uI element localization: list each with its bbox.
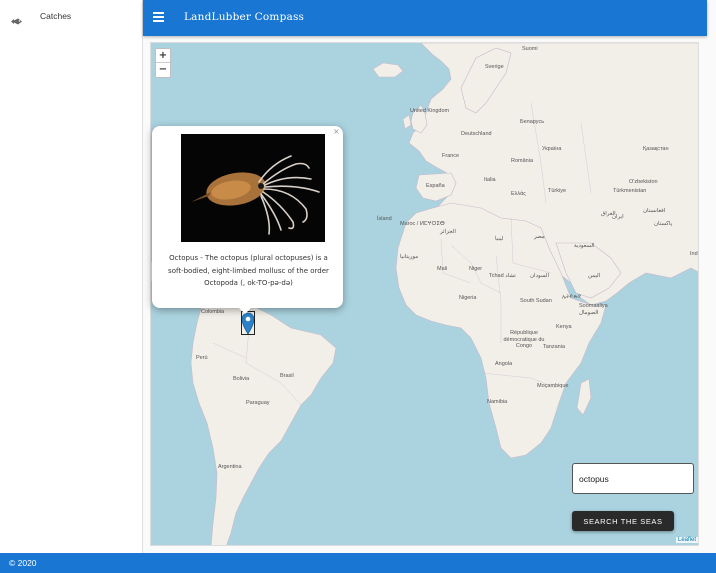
map-label-misr: مصر <box>534 234 545 240</box>
map-label-maroc: Maroc / ⵍⵎⵖⵔⵉⴱ <box>400 221 445 227</box>
map-label-argentina: Argentina <box>218 464 242 470</box>
map-label-uk: United Kingdom <box>410 108 450 114</box>
map-label-rdc: République démocratique du Congo <box>503 330 545 349</box>
copyright-text: © 2020 <box>9 558 37 568</box>
app-title: LandLubber Compass <box>184 11 305 23</box>
map-label-angola: Angola <box>495 361 513 367</box>
map-label-tanzania: Tanzania <box>543 344 566 350</box>
popup-tip <box>238 307 252 314</box>
map-label-ukraina: Україна <box>542 146 562 152</box>
map-label-nigeria: Nigeria <box>459 295 477 301</box>
map-label-saudi: السعودية <box>574 243 595 249</box>
map-label-france: France <box>442 153 460 159</box>
map-label-pakistan: پاکستان <box>654 221 673 227</box>
map-label-southsudan: South Sudan <box>520 298 552 304</box>
leaflet-attribution-link[interactable]: Leaflet <box>676 537 699 543</box>
map-label-colombia: Colombia <box>201 309 225 315</box>
map-label-espana: España <box>426 183 445 189</box>
map-label-bolivia: Bolivia <box>233 376 250 382</box>
zoom-control: + − <box>155 48 171 78</box>
sidebar-item-label: Catches <box>40 11 72 21</box>
octopus-image <box>181 134 325 242</box>
map-label-turkiye: Türkiye <box>548 188 567 194</box>
map-label-belarus: Беларусь <box>520 119 545 125</box>
map-label-mauritania: موريتانيا <box>400 254 419 260</box>
map-label-romania: România <box>511 158 534 164</box>
map-label-ozbekiston: O'zbekiston <box>629 179 658 185</box>
map-label-mocambique: Moçambique <box>537 383 569 389</box>
popup-description: Octopus - The octopus (plural octopuses)… <box>168 254 329 287</box>
map-label-yemen: اليمن <box>588 273 601 279</box>
hamburger-menu-icon[interactable] <box>153 12 164 22</box>
map-label-mali: Mali <box>437 266 448 272</box>
map-label-brasil: Brasil <box>280 373 294 379</box>
map-label-ethiopia: ኢትዮጵያ <box>562 294 581 300</box>
search-seas-button[interactable]: SEARCH THE SEAS <box>572 511 674 531</box>
fish-icon <box>10 12 23 25</box>
map-label-somalia: Soomaaliya الصومال <box>579 303 608 316</box>
map-label-afghanistan: افغانستان <box>643 208 666 214</box>
map-marker-icon[interactable] <box>241 311 255 335</box>
search-field <box>572 463 694 494</box>
map-label-niger: Niger <box>469 266 483 272</box>
map-label-peru: Perú <box>196 355 208 361</box>
sidebar: Catches <box>0 0 143 553</box>
close-icon[interactable]: × <box>333 127 340 136</box>
map-label-turkmenistan: Türkmenistan <box>613 188 647 194</box>
map-label-tchad: Tchad تشاد <box>489 273 516 279</box>
map-label-suomi: Suomi <box>522 46 538 52</box>
map-label-algerie: الجزائر <box>440 229 456 235</box>
map-label-sudan: السودان <box>530 273 549 279</box>
map-label-india: Indi <box>690 251 699 257</box>
zoom-in-button[interactable]: + <box>156 49 170 63</box>
map-label-italia: Italia <box>484 177 496 183</box>
footer: © 2020 <box>0 553 716 573</box>
map-label-namibia: Namibia <box>487 399 508 405</box>
zoom-out-button[interactable]: − <box>156 63 170 77</box>
map-label-kenya: Kenya <box>556 324 572 330</box>
map-label-kazakhstan: Қазақстан <box>643 146 669 152</box>
map-label-island: Ísland <box>377 216 392 222</box>
map-label-paraguay: Paraguay <box>246 400 270 406</box>
map-label-libya: ليبيا <box>495 236 504 242</box>
sidebar-item-catches[interactable]: Catches <box>0 6 143 30</box>
map-label-deutschland: Deutschland <box>461 131 492 137</box>
map-label-iran: ایران <box>612 214 624 220</box>
map-label-sverige: Sverige <box>485 64 504 70</box>
search-input[interactable] <box>573 464 693 493</box>
map-label-ellas: Ελλάς <box>511 191 526 197</box>
